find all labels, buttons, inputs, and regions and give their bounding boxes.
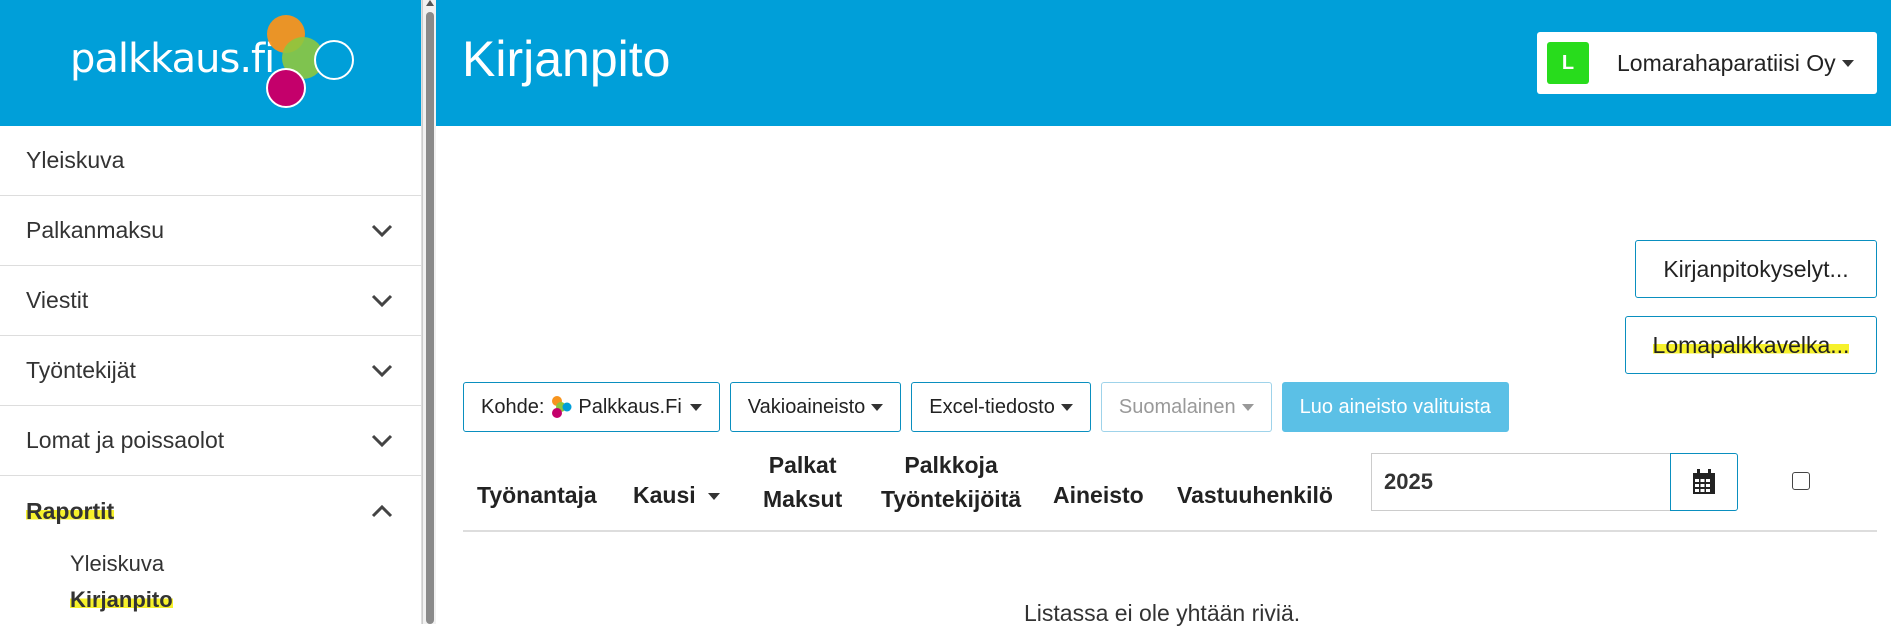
sidebar-subitem-overview[interactable]: Yleiskuva [0, 546, 421, 582]
sidebar-item-label: Lomat ja poissaolot [26, 427, 225, 453]
caret-down-icon [689, 403, 702, 411]
language-label: Suomalainen [1118, 395, 1236, 418]
company-badge: L [1547, 42, 1589, 84]
create-material-label: Luo aineisto valituista [1299, 395, 1491, 418]
header: Kirjanpito L Lomarahaparatiisi Oy [436, 0, 1891, 126]
column-paid-line2: Työntekijöitä [881, 486, 1022, 512]
column-period[interactable]: Kausi [633, 478, 721, 512]
company-selector[interactable]: L Lomarahaparatiisi Oy [1537, 32, 1877, 94]
select-all-checkbox[interactable] [1792, 472, 1810, 490]
logo-area: palkkaus.fi [0, 0, 421, 126]
palkkaus-logo-icon[interactable] [262, 14, 362, 110]
sidebar-item-payroll[interactable]: Palkanmaksu [0, 196, 421, 266]
column-salaries-line2: Maksut [763, 486, 843, 512]
create-material-button[interactable]: Luo aineisto valituista [1281, 382, 1509, 432]
column-responsible-label: Vastuuhenkilö [1177, 482, 1333, 508]
target-dropdown[interactable]: Kohde: Palkkaus.Fi [463, 382, 720, 432]
sidebar-item-overview[interactable]: Yleiskuva [0, 126, 421, 196]
target-label: Kohde: [481, 395, 545, 418]
sidebar-item-label: Viestit [26, 287, 89, 313]
sidebar-item-label: Yleiskuva [26, 147, 125, 173]
chevron-down-icon [371, 294, 393, 307]
scroll-thumb[interactable] [426, 12, 434, 624]
year-value: 2025 [1384, 469, 1433, 494]
target-value: Palkkaus.Fi [578, 395, 682, 418]
column-salaries-line1: Palkat [768, 452, 837, 478]
sidebar-subitem-accounting[interactable]: Kirjanpito [0, 582, 421, 618]
toolbar: Kohde: Palkkaus.Fi Vakioaineisto Excel-t… [463, 382, 1509, 432]
language-dropdown[interactable]: Suomalainen [1100, 382, 1272, 432]
column-material[interactable]: Aineisto [1053, 478, 1144, 512]
column-employer[interactable]: Työnantaja [477, 478, 597, 512]
standard-material-dropdown[interactable]: Vakioaineisto [729, 382, 902, 432]
accounting-queries-button[interactable]: Kirjanpitokyselyt... [1635, 240, 1877, 298]
company-name: Lomarahaparatiisi Oy [1617, 49, 1836, 76]
excel-file-label: Excel-tiedosto [929, 395, 1055, 418]
sidebar-subitem-label: Kirjanpito [70, 587, 173, 613]
sidebar-scrollbar[interactable] [422, 0, 436, 624]
sidebar-item-label: Raportit [26, 497, 115, 525]
column-material-label: Aineisto [1053, 482, 1144, 508]
empty-list-message: Listassa ei ole yhtään riviä. [1024, 600, 1301, 626]
holiday-pay-debt-button[interactable]: Lomapalkkavelka... [1625, 316, 1877, 374]
caret-down-icon [1841, 59, 1854, 67]
standard-material-label: Vakioaineisto [747, 395, 866, 418]
caret-down-icon [1241, 403, 1254, 411]
sort-caret-down-icon [708, 493, 721, 501]
page-title: Kirjanpito [462, 31, 671, 87]
chevron-down-icon [371, 434, 393, 447]
sidebar: palkkaus.fi Yleiskuva Palkanmaksu Viesti… [0, 0, 422, 624]
chevron-down-icon [371, 364, 393, 377]
palkkaus-small-logo-icon [552, 396, 572, 418]
caret-down-icon [1060, 403, 1073, 411]
excel-file-dropdown[interactable]: Excel-tiedosto [911, 382, 1091, 432]
calendar-icon [1693, 469, 1715, 494]
column-employer-label: Työnantaja [477, 482, 597, 508]
sidebar-item-reports[interactable]: Raportit [0, 476, 421, 546]
holiday-pay-debt-label: Lomapalkkavelka... [1652, 331, 1850, 359]
sidebar-item-holidays[interactable]: Lomat ja poissaolot [0, 406, 421, 476]
scroll-up-arrow-icon[interactable] [426, 0, 434, 6]
calendar-button[interactable] [1670, 453, 1738, 511]
sidebar-item-messages[interactable]: Viestit [0, 266, 421, 336]
column-responsible[interactable]: Vastuuhenkilö [1177, 478, 1333, 512]
sidebar-subitem-label: Yleiskuva [70, 551, 165, 576]
column-salaries[interactable]: Palkat Maksut [763, 448, 842, 516]
chevron-up-icon [371, 504, 393, 518]
column-paid-line1: Palkkoja [904, 452, 998, 478]
year-input[interactable]: 2025 [1371, 453, 1671, 511]
column-paid[interactable]: Palkkoja Työntekijöitä [881, 448, 1021, 516]
logo-text[interactable]: palkkaus.fi [70, 36, 275, 82]
sidebar-item-label: Työntekijät [26, 357, 136, 383]
sidebar-item-employees[interactable]: Työntekijät [0, 336, 421, 406]
sidebar-item-label: Palkanmaksu [26, 217, 165, 243]
accounting-queries-label: Kirjanpitokyselyt... [1663, 255, 1849, 282]
caret-down-icon [871, 403, 884, 411]
column-period-label: Kausi [633, 482, 696, 508]
chevron-down-icon [371, 224, 393, 237]
